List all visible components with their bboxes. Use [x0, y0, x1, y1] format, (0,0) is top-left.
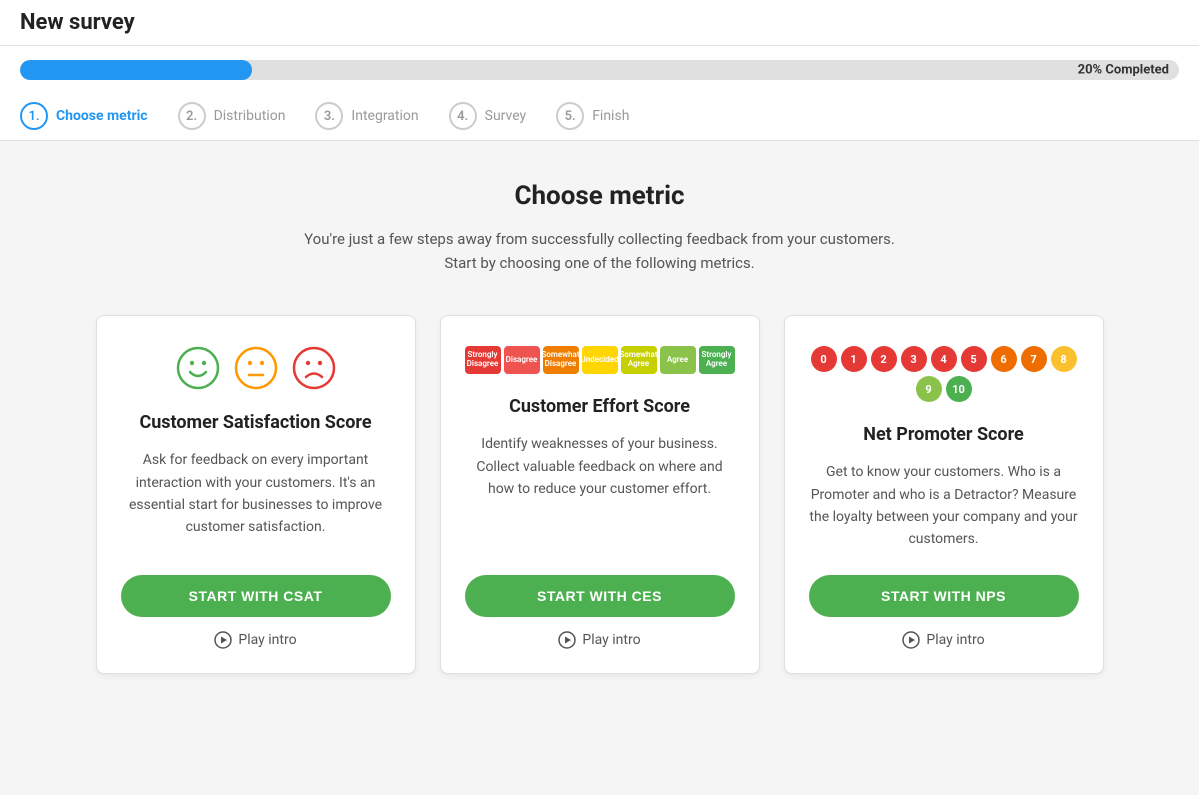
- play-ces-icon: [558, 631, 576, 649]
- step-4-circle: 4.: [449, 102, 477, 130]
- cards-row: Customer Satisfaction Score Ask for feed…: [40, 315, 1160, 674]
- step-4-label: Survey: [485, 108, 527, 124]
- nps-dot-6: 6: [991, 346, 1017, 372]
- ces-box-4: Somewhat Agree: [621, 346, 657, 374]
- nps-dot-8: 8: [1051, 346, 1077, 372]
- nps-dot-7: 7: [1021, 346, 1047, 372]
- step-3-label: Integration: [351, 108, 418, 124]
- csat-title: Customer Satisfaction Score: [139, 410, 371, 435]
- step-2[interactable]: 2. Distribution: [178, 92, 316, 140]
- step-2-circle: 2.: [178, 102, 206, 130]
- ces-card: Strongly DisagreeDisagreeSomewhat Disagr…: [440, 315, 760, 674]
- progress-fill: [20, 60, 252, 80]
- progress-label: 20% Completed: [1078, 63, 1169, 78]
- step-4[interactable]: 4. Survey: [449, 92, 557, 140]
- nps-dot-1: 1: [841, 346, 867, 372]
- step-5-label: Finish: [592, 108, 629, 124]
- nps-dot-4: 4: [931, 346, 957, 372]
- ces-desc: Identify weaknesses of your business. Co…: [465, 433, 735, 551]
- start-nps-button[interactable]: START WITH NPS: [809, 575, 1079, 617]
- happy-smiley-icon: [176, 346, 220, 390]
- nps-dot-9: 9: [916, 376, 942, 402]
- csat-desc: Ask for feedback on every important inte…: [121, 449, 391, 551]
- main-content: Choose metric You're just a few steps aw…: [20, 141, 1180, 714]
- nps-dot-5: 5: [961, 346, 987, 372]
- csat-card: Customer Satisfaction Score Ask for feed…: [96, 315, 416, 674]
- ces-box-2: Somewhat Disagree: [543, 346, 579, 374]
- step-5[interactable]: 5. Finish: [556, 92, 659, 140]
- play-intro-csat[interactable]: Play intro: [214, 631, 296, 649]
- step-1-circle: 1.: [20, 102, 48, 130]
- nps-title: Net Promoter Score: [863, 422, 1023, 447]
- start-ces-button[interactable]: START WITH CES: [465, 575, 735, 617]
- nps-card: 012345678 910 Net Promoter Score Get to k…: [784, 315, 1104, 674]
- nps-dot-0: 0: [811, 346, 837, 372]
- ces-title: Customer Effort Score: [509, 394, 690, 419]
- step-3-circle: 3.: [315, 102, 343, 130]
- step-1-label: Choose metric: [56, 108, 148, 124]
- section-title: Choose metric: [40, 181, 1160, 211]
- play-csat-icon: [214, 631, 232, 649]
- progress-section: 20% Completed 1. Choose metric 2. Distri…: [0, 46, 1199, 141]
- neutral-smiley-icon: [234, 346, 278, 390]
- csat-icon-row: [176, 346, 336, 390]
- ces-box-5: Agree: [660, 346, 696, 374]
- page-title: New survey: [20, 10, 1179, 35]
- start-csat-button[interactable]: START WITH CSAT: [121, 575, 391, 617]
- step-1[interactable]: 1. Choose metric: [20, 92, 178, 140]
- progress-track: 20% Completed: [20, 60, 1179, 80]
- sad-smiley-icon: [292, 346, 336, 390]
- steps-nav: 1. Choose metric 2. Distribution 3. Inte…: [20, 92, 1179, 140]
- ces-box-6: Strongly Agree: [699, 346, 735, 374]
- play-nps-icon: [902, 631, 920, 649]
- nps-dot-2: 2: [871, 346, 897, 372]
- step-5-circle: 5.: [556, 102, 584, 130]
- nps-dots: 012345678 910: [809, 346, 1079, 402]
- ces-box-0: Strongly Disagree: [465, 346, 501, 374]
- nps-dot-10: 10: [946, 376, 972, 402]
- play-intro-nps[interactable]: Play intro: [902, 631, 984, 649]
- ces-scale: Strongly DisagreeDisagreeSomewhat Disagr…: [465, 346, 735, 374]
- top-bar: New survey: [0, 0, 1199, 46]
- step-2-label: Distribution: [214, 108, 286, 124]
- nps-dot-3: 3: [901, 346, 927, 372]
- section-subtitle: You're just a few steps away from succes…: [40, 227, 1160, 275]
- ces-box-1: Disagree: [504, 346, 540, 374]
- step-3[interactable]: 3. Integration: [315, 92, 448, 140]
- play-intro-ces[interactable]: Play intro: [558, 631, 640, 649]
- nps-desc: Get to know your customers. Who is a Pro…: [809, 461, 1079, 551]
- ces-box-3: Undecided: [582, 346, 618, 374]
